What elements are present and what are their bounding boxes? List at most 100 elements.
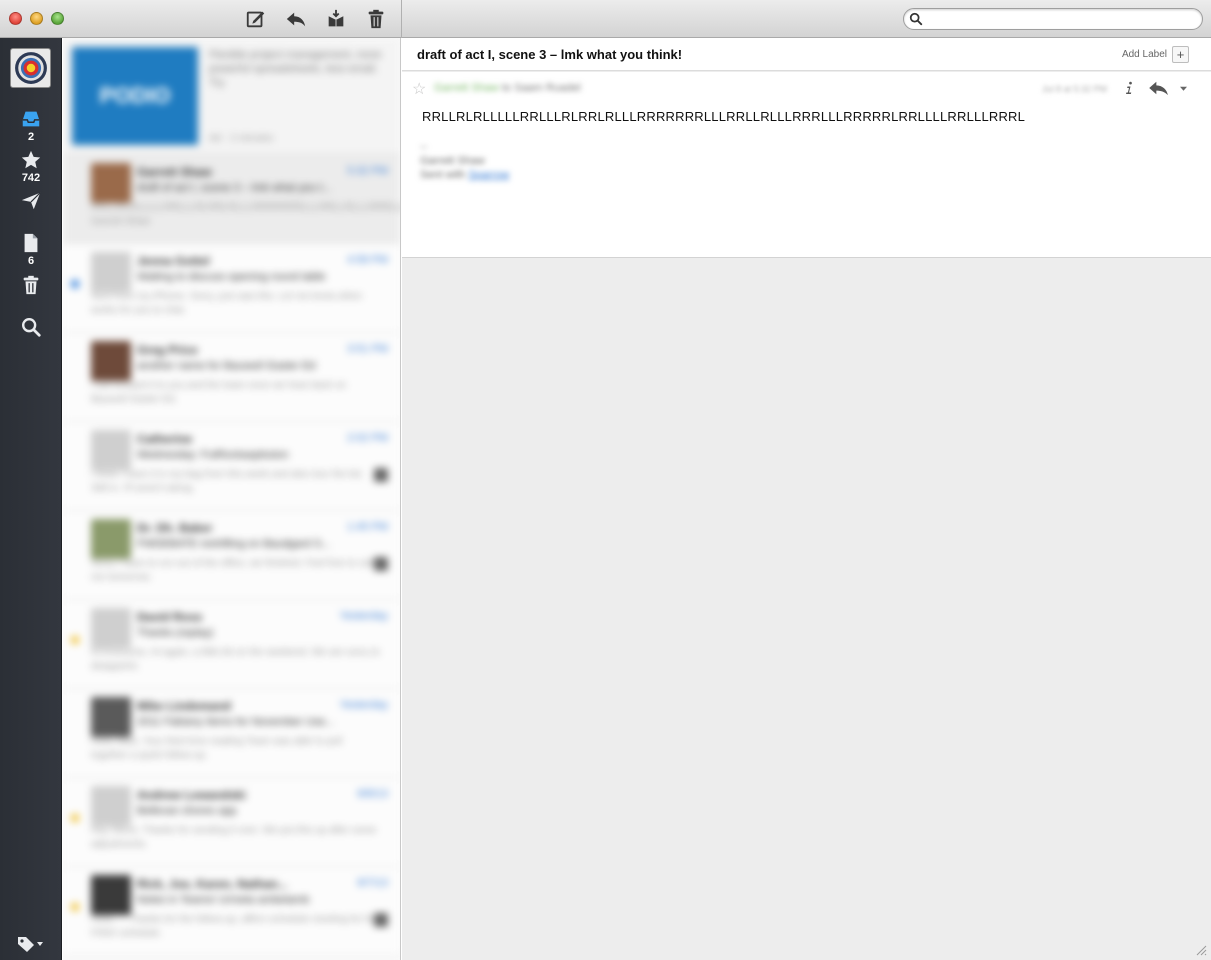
tag-menu-button[interactable]: [16, 934, 46, 952]
sender-avatar: [91, 875, 131, 915]
signature-link[interactable]: Sparrow: [468, 169, 509, 181]
window-zoom-button[interactable]: [51, 12, 64, 25]
sidebar-item-trash[interactable]: [0, 274, 62, 296]
add-label-button[interactable]: +: [1172, 46, 1189, 63]
chevron-down-icon: [1179, 86, 1187, 91]
search-field[interactable]: [903, 8, 1203, 30]
message-date: 8/7/13: [357, 877, 388, 889]
message-list-item[interactable]: Andrew Lewandski 8/8/13 Bellevan shores ap…: [63, 778, 400, 867]
sent-time: Jul 8 at 5:32 PM: [1041, 84, 1107, 94]
sender-avatar: [91, 163, 131, 203]
message-reply-button[interactable]: [1147, 79, 1171, 97]
sender-name[interactable]: Garrett Shaw: [434, 82, 499, 94]
trash-icon: [23, 275, 39, 295]
message-subject: FWDEBATE reshifting on Baudgard S...: [137, 538, 331, 550]
sender-name: Dr. Dh. Baker: [137, 521, 213, 535]
inbox-icon: [22, 111, 40, 127]
message-preview: Hey Steve, Thanks for sending it over. W…: [91, 825, 377, 850]
message-date: Yesterday: [339, 610, 388, 622]
unread-flag-icon: [71, 280, 79, 288]
message-preview: RRLLRLRLLLLLRRLLLRLRRLRLLLRRRRRRRLLLRRLL…: [91, 202, 400, 227]
unread-flag-icon: [71, 903, 79, 911]
sidebar-item-search[interactable]: [0, 316, 62, 338]
account-avatar[interactable]: [10, 48, 51, 88]
reader-header: draft of act I, scene 3 – lmk what you t…: [402, 38, 1211, 71]
sender-name: Catherine: [137, 432, 193, 446]
starred-count: 742: [21, 172, 41, 184]
message-list-item[interactable]: Greg Price 3:51 PM another name for Baused…: [63, 333, 400, 422]
message-card: ☆ Garrett Shaw to Saam Ruadel Jul 8 at 5…: [402, 72, 1211, 258]
unread-flag-icon: [71, 814, 79, 822]
message-list-item[interactable]: Catherine 2:02 PM Wednesday: FutRockasplos…: [63, 422, 400, 511]
message-star-toggle[interactable]: ☆: [412, 79, 426, 99]
search-input[interactable]: [926, 11, 1196, 27]
message-subject: Wednesday: FutRockasplosion: [137, 449, 289, 461]
window-minimize-button[interactable]: [30, 12, 43, 25]
sender-avatar: [91, 519, 131, 559]
message-list-item[interactable]: Mike Lindemand Yesterday 2011 Fabiany Item…: [63, 689, 400, 778]
message-preview: Sorry I have to run out of the office, w…: [91, 558, 374, 583]
toolbar-divider: [401, 0, 402, 38]
attachment-icon: [374, 468, 388, 482]
document-icon: [24, 233, 38, 253]
sidebar-item-drafts[interactable]: 6: [0, 232, 62, 267]
search-icon: [22, 318, 41, 337]
message-signature: -- Garrett Shaw Sent with Sparrow: [420, 140, 509, 182]
drafts-count: 6: [27, 255, 35, 267]
sender-avatar: [91, 608, 131, 648]
reply-icon: [286, 12, 306, 27]
promo-item[interactable]: PODIO Flexible project management, more …: [63, 38, 400, 155]
message-subject: Notes in Teams! Urmeta ambelamb: [137, 894, 310, 906]
sender-name: Garrett Shaw: [137, 165, 212, 179]
info-icon: [1126, 81, 1132, 94]
account-sidebar: 2 742 6: [0, 38, 62, 960]
sender-name: Mike Lindemand: [137, 699, 232, 713]
compose-icon: [246, 11, 265, 28]
compose-button[interactable]: [242, 6, 270, 32]
message-info-button[interactable]: [1121, 79, 1137, 97]
message-preview: Hello Mike, Your third time reading Team…: [91, 736, 343, 761]
archive-button[interactable]: [322, 6, 350, 32]
message-subject: Waiting to discuss opening round table: [137, 271, 326, 283]
message-preview: Hi Everyone, Hi again, a little bit on t…: [91, 647, 380, 672]
sidebar-item-starred[interactable]: 742: [0, 149, 62, 184]
reply-icon: [1149, 81, 1168, 96]
message-date: 8/8/13: [357, 788, 388, 800]
signature-prefix: Sent with: [420, 169, 466, 181]
reader-pane: draft of act I, scene 3 – lmk what you t…: [402, 38, 1211, 960]
resize-grip-icon[interactable]: [1196, 945, 1207, 956]
reply-button[interactable]: [282, 6, 310, 32]
window-close-button[interactable]: [9, 12, 22, 25]
signature-name: Garrett Shaw: [420, 155, 485, 167]
sidebar-item-sent[interactable]: [0, 190, 62, 212]
title-bar: [0, 0, 1211, 38]
message-list-item[interactable]: Rick, Joe, Karen, Nathan... 8/7/13 Notes i…: [63, 867, 400, 956]
message-list-item[interactable]: Jenna Gottel 4:58 PM Waiting to discuss op…: [63, 244, 400, 333]
search-icon: [909, 12, 923, 26]
message-list-item[interactable]: Dr. Dh. Baker 1:45 PM FWDEBATE reshifting …: [63, 511, 400, 600]
message-subject: another name for Baused! Easter Ed: [137, 360, 316, 372]
message-subject: Bellevan shores app: [137, 805, 237, 817]
sender-name: Greg Price: [137, 343, 198, 357]
star-icon: [21, 150, 41, 169]
attachment-icon: [374, 557, 388, 571]
attachment-icon: [374, 913, 388, 927]
signature-dash: --: [420, 141, 428, 153]
message-subject: draft of act I, scene 3 – lmk what you t…: [417, 47, 683, 62]
sidebar-item-inbox[interactable]: 2: [0, 108, 62, 143]
message-subject: Thanks (replay): [137, 627, 214, 639]
unread-flag-icon: [71, 636, 79, 644]
recipient-text: to Saam Ruadel: [501, 82, 581, 94]
message-more-button[interactable]: [1177, 79, 1189, 97]
promo-text: Flexible project management, more powerf…: [209, 49, 382, 89]
sender-line: Garrett Shaw to Saam Ruadel: [434, 82, 581, 94]
message-date: 4:58 PM: [347, 254, 388, 266]
message-list: PODIO Flexible project management, more …: [63, 38, 401, 960]
message-list-item[interactable]: David Ross Yesterday Thanks (replay) Hi Eve…: [63, 600, 400, 689]
message-body: RRLLRLRLLLLLRRLLLRLRRLRLLLRRRRRRRLLLRRLL…: [422, 109, 1026, 124]
message-list-item[interactable]: Garrett Shaw 5:32 PM draft of act I, scene…: [63, 155, 400, 244]
message-preview: Hello — Thanks for the follow-up, affirm…: [91, 914, 379, 939]
delete-button[interactable]: [362, 6, 390, 32]
message-preview: I will forward it to you and the team on…: [91, 380, 347, 405]
add-label-text[interactable]: Add Label: [1122, 49, 1167, 60]
